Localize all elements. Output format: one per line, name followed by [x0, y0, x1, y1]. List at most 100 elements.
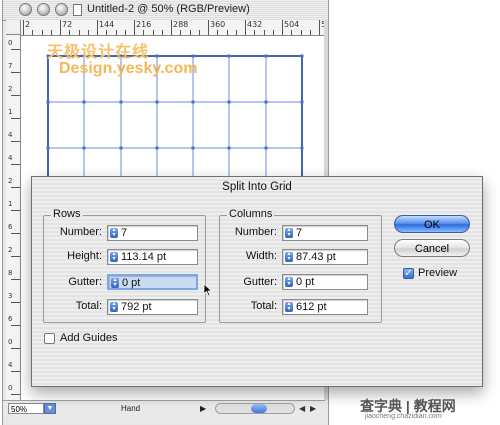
ruler-left-label: 4 [8, 361, 13, 369]
columns-width-label: Width: [245, 250, 277, 262]
ruler-top-minor-tick [50, 30, 52, 35]
ruler-left-tick [11, 233, 20, 234]
ruler-top-minor-tick [263, 30, 265, 35]
grid-anchor-point [82, 146, 86, 150]
columns-gutter-value: 0 pt [296, 276, 315, 288]
ruler-top-tick [282, 20, 283, 35]
close-window-icon[interactable] [19, 3, 32, 16]
rows-gutter-value: 0 pt [122, 277, 141, 289]
document-titlebar[interactable]: Untitled-2 @ 50% (RGB/Preview) [3, 0, 328, 21]
split-into-grid-dialog: Split Into Grid Rows Number: ▴ ▾ 7 Height… [31, 176, 483, 387]
grid-anchor-point [119, 100, 123, 104]
grid-anchor-point [46, 100, 50, 104]
grid-anchor-point [46, 146, 50, 150]
grid-anchor-point [264, 54, 268, 58]
columns-number-stepper-icon[interactable]: ▴ ▾ [285, 227, 293, 238]
ruler-top-tick [134, 20, 135, 35]
columns-total-value: 612 pt [296, 301, 327, 313]
rows-number-field[interactable]: ▴ ▾ 7 [107, 225, 198, 241]
grid-anchor-point [119, 146, 123, 150]
rows-total-label: Total: [75, 300, 102, 312]
rows-gutter-stepper-icon[interactable]: ▴ ▾ [111, 277, 119, 288]
status-tool-label[interactable]: Hand [121, 404, 140, 413]
ruler-left-label: 3 [8, 292, 13, 300]
ruler-top-tick [245, 20, 246, 35]
document-icon [73, 4, 82, 16]
ruler-left-label: 0 [8, 384, 13, 392]
ruler-left-tick [11, 325, 20, 326]
horizontal-ruler[interactable]: 2721442162883604325045766 [21, 20, 324, 36]
ruler-top-minor-tick [300, 30, 302, 35]
columns-width-stepper-icon[interactable]: ▴ ▾ [285, 251, 293, 262]
ruler-left-label: 4 [8, 154, 13, 162]
rows-gutter-field[interactable]: ▴ ▾ 0 pt [107, 274, 198, 290]
ruler-top-minor-tick [32, 30, 34, 35]
rows-height-field[interactable]: ▴ ▾ 113.14 pt [107, 249, 198, 265]
ruler-top-minor-tick [152, 30, 154, 35]
grid-anchor-point [300, 100, 304, 104]
rows-total-stepper-icon[interactable]: ▴ ▾ [110, 301, 118, 312]
ruler-top-tick [23, 20, 24, 35]
cancel-button[interactable]: Cancel [394, 239, 470, 257]
grid-anchor-point [155, 54, 159, 58]
columns-number-value: 7 [296, 227, 303, 239]
grid-anchor-point [300, 54, 304, 58]
ruler-left-tick [11, 49, 20, 50]
ruler-top-minor-tick [180, 30, 182, 35]
columns-width-value: 87.43 pt [296, 251, 336, 263]
ruler-left-label: 6 [8, 315, 13, 323]
rows-group-title: Rows [51, 208, 83, 220]
rows-number-label: Number: [59, 226, 102, 238]
ruler-top-label: 288 [173, 20, 189, 29]
zoom-window-icon[interactable] [55, 3, 68, 16]
ruler-top-tick [319, 20, 320, 35]
zoom-field[interactable]: 50% [8, 403, 44, 414]
mouse-pointer-icon [203, 283, 213, 297]
columns-number-label: Number: [234, 226, 277, 238]
horizontal-scroll-thumb[interactable] [251, 404, 267, 413]
ruler-top-minor-tick [87, 30, 89, 35]
ruler-top-minor-tick [143, 30, 145, 35]
grid-anchor-point [227, 54, 231, 58]
vertical-ruler[interactable]: 0 7 2 1 4 4 2 1 6 2 8 3 6 0 4 0 [6, 35, 21, 400]
status-menu-arrow-icon[interactable]: ▶ [200, 404, 206, 413]
rows-number-stepper-icon[interactable]: ▴ ▾ [110, 227, 118, 238]
minimize-window-icon[interactable] [37, 3, 50, 16]
watermark-chinese: 天极设计在线 [47, 44, 150, 61]
ruler-top-label: 360 [210, 20, 226, 29]
zoom-menu-arrow-icon[interactable]: ▼ [44, 403, 56, 414]
columns-gutter-stepper-icon[interactable]: ▴ ▾ [285, 276, 293, 287]
ok-button[interactable]: OK [394, 215, 470, 233]
columns-total-field[interactable]: ▴ ▾ 612 pt [282, 299, 368, 315]
rows-total-field[interactable]: ▴ ▾ 792 pt [107, 299, 198, 315]
add-guides-checkbox[interactable] [44, 333, 55, 344]
rows-total-value: 792 pt [121, 301, 152, 313]
ruler-top-label: 432 [247, 20, 263, 29]
status-bar: 50% ▼ Hand ▶ ◀ ▶ [3, 400, 325, 417]
ruler-top-tick [171, 20, 172, 35]
grid-anchor-point [264, 146, 268, 150]
footer-watermark-url: jiaocheng.chazidian.com [365, 413, 442, 420]
ruler-top-tick [60, 20, 61, 35]
rows-height-stepper-icon[interactable]: ▴ ▾ [110, 251, 118, 262]
ruler-origin[interactable] [6, 20, 21, 35]
ruler-top-minor-tick [198, 30, 200, 35]
rows-height-value: 113.14 pt [121, 251, 167, 263]
ruler-left-tick [11, 302, 20, 303]
scroll-left-arrow-icon[interactable]: ◀ [299, 404, 305, 413]
columns-number-field[interactable]: ▴ ▾ 7 [282, 225, 368, 241]
ruler-top-minor-tick [189, 30, 191, 35]
grid-anchor-point [155, 100, 159, 104]
columns-gutter-field[interactable]: ▴ ▾ 0 pt [282, 274, 368, 290]
ruler-top-minor-tick [115, 30, 117, 35]
ruler-top-minor-tick [106, 30, 108, 35]
ruler-top-minor-tick [235, 30, 237, 35]
ruler-left-tick [11, 210, 20, 211]
grid-anchor-point [227, 146, 231, 150]
columns-width-field[interactable]: ▴ ▾ 87.43 pt [282, 249, 368, 265]
preview-checkbox[interactable]: ✓ [403, 268, 414, 279]
grid-anchor-point [82, 100, 86, 104]
grid-anchor-point [155, 146, 159, 150]
columns-total-stepper-icon[interactable]: ▴ ▾ [285, 301, 293, 312]
scroll-right-arrow-icon[interactable]: ▶ [310, 404, 316, 413]
